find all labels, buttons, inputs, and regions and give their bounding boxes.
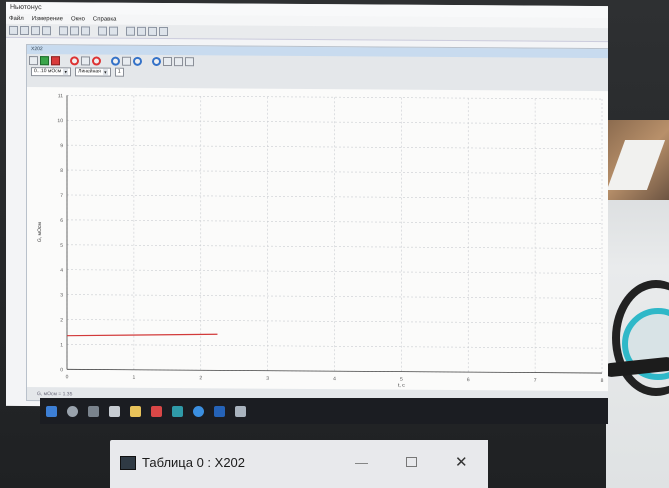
- store-icon[interactable]: [109, 405, 120, 417]
- count-input-value: 1: [117, 68, 121, 75]
- y-tick-label: 10: [57, 118, 63, 124]
- monitor-icon[interactable]: [98, 26, 107, 36]
- app-blue-icon[interactable]: [214, 405, 225, 417]
- y-tick-label: 1: [60, 342, 63, 348]
- x-tick-label: 2: [199, 375, 202, 381]
- desk-object: [606, 120, 669, 200]
- x-tick-label: 4: [333, 376, 336, 382]
- toolbar-gap: [62, 56, 68, 65]
- new-icon[interactable]: [9, 25, 18, 35]
- osmosis-chart: 0 1 2 3 4 5 6 7 801234567891011G, мОсмt, c: [37, 93, 604, 389]
- chevron-down-icon: ▼: [102, 68, 108, 76]
- x-tick-label: 1: [132, 375, 135, 381]
- windows-taskbar: [40, 398, 608, 424]
- x-tick-label: 0: [66, 374, 69, 380]
- help-icon[interactable]: [159, 26, 168, 37]
- chart-icon[interactable]: [126, 26, 135, 36]
- count-input[interactable]: 1: [114, 67, 124, 77]
- print-icon[interactable]: [42, 26, 51, 36]
- y-axis-label: G, мОсм: [37, 222, 43, 243]
- windows-start-icon[interactable]: [46, 405, 57, 417]
- main-toolbar: [6, 23, 608, 43]
- monitor-screen: Ньютонус Файл Измерение Окно Справка X20…: [6, 1, 608, 411]
- x-axis-label: t, c: [398, 383, 405, 389]
- maximize-button[interactable]: [406, 457, 417, 467]
- x-tick-label: 7: [534, 378, 537, 384]
- refresh-icon[interactable]: [152, 56, 161, 66]
- open-icon[interactable]: [20, 25, 29, 36]
- table-window-title: Таблица 0 : X202: [142, 455, 246, 470]
- x-axis-icon[interactable]: [122, 56, 131, 66]
- grid-icon[interactable]: [29, 56, 38, 66]
- y-tick-label: 3: [60, 293, 63, 299]
- table-window-icon: [120, 456, 136, 470]
- menu-file[interactable]: Файл: [9, 14, 24, 24]
- app-active-icon[interactable]: [235, 405, 246, 417]
- y-axis-icon[interactable]: [81, 56, 90, 66]
- mode-select[interactable]: Линейная ▼: [75, 67, 111, 77]
- fit-icon[interactable]: [133, 56, 142, 66]
- zoom-reset-icon[interactable]: [92, 56, 101, 66]
- search-icon[interactable]: [67, 405, 78, 417]
- app-teal-icon[interactable]: [172, 405, 183, 417]
- save-icon[interactable]: [31, 26, 40, 36]
- chevron-down-icon: ▼: [63, 68, 69, 76]
- paint-icon[interactable]: [174, 57, 183, 67]
- window-icon[interactable]: [109, 26, 118, 36]
- y-tick-label: 6: [60, 218, 63, 224]
- series-line: [66, 333, 218, 337]
- y-tick-label: 4: [60, 268, 63, 274]
- y-tick-label: 11: [58, 93, 63, 99]
- toolbar-separator: [120, 27, 124, 36]
- toolbar-gap: [144, 57, 150, 66]
- toolbar-separator: [53, 26, 57, 35]
- camera-icon[interactable]: [185, 57, 194, 67]
- menu-help[interactable]: Справка: [93, 15, 117, 25]
- y-tick-label: 7: [60, 193, 63, 199]
- graph-area[interactable]: 0 1 2 3 4 5 6 7 8 0 1 2 3 4 5 6 7 8 9 10 11 G, мОсм t, c: [27, 87, 608, 392]
- y-tick-label: 5: [60, 243, 63, 249]
- y-tick-label: 8: [60, 168, 63, 174]
- x-tick-label: 8: [601, 378, 604, 384]
- task-view-icon[interactable]: [88, 405, 99, 417]
- y-tick-label: 2: [60, 317, 63, 323]
- menu-measurement[interactable]: Измерение: [32, 14, 63, 24]
- menu-window[interactable]: Окно: [71, 14, 85, 24]
- toolbar-separator: [92, 26, 96, 35]
- status-text: G, мОсм = 1.35: [37, 391, 73, 398]
- settings-icon[interactable]: [70, 26, 79, 36]
- close-button[interactable]: ✕: [455, 453, 468, 471]
- file-explorer-icon[interactable]: [130, 405, 141, 417]
- scale-select-value: 0...10 мОсм: [34, 68, 62, 75]
- table-window: Таблица 0 : X202 — ✕: [110, 440, 488, 488]
- edge-icon[interactable]: [193, 405, 204, 417]
- x-tick-label: 3: [266, 376, 269, 382]
- copy-icon[interactable]: [163, 56, 172, 67]
- scale-select[interactable]: 0...10 мОсм ▼: [31, 67, 72, 77]
- x-tick-label: 6: [467, 377, 470, 383]
- mode-select-value: Линейная: [78, 68, 101, 75]
- export-icon[interactable]: [148, 26, 157, 36]
- sensor-icon[interactable]: [81, 26, 90, 36]
- y-tick-label: 0: [60, 367, 63, 373]
- zoom-in-icon[interactable]: [111, 56, 120, 66]
- toolbar-gap: [103, 57, 109, 66]
- graph-icon[interactable]: [137, 26, 146, 36]
- start-icon[interactable]: [40, 56, 49, 66]
- graph-window: X202 0...10 мОсм ▼ Линейная ▼ 1 0 1 2 3 …: [26, 44, 608, 406]
- stop-icon[interactable]: [51, 56, 60, 66]
- minimize-button[interactable]: —: [355, 455, 368, 470]
- y-tick-label: 9: [60, 143, 63, 149]
- app-red-icon[interactable]: [151, 405, 162, 417]
- table-icon[interactable]: [59, 26, 68, 36]
- zoom-out-icon[interactable]: [70, 56, 79, 66]
